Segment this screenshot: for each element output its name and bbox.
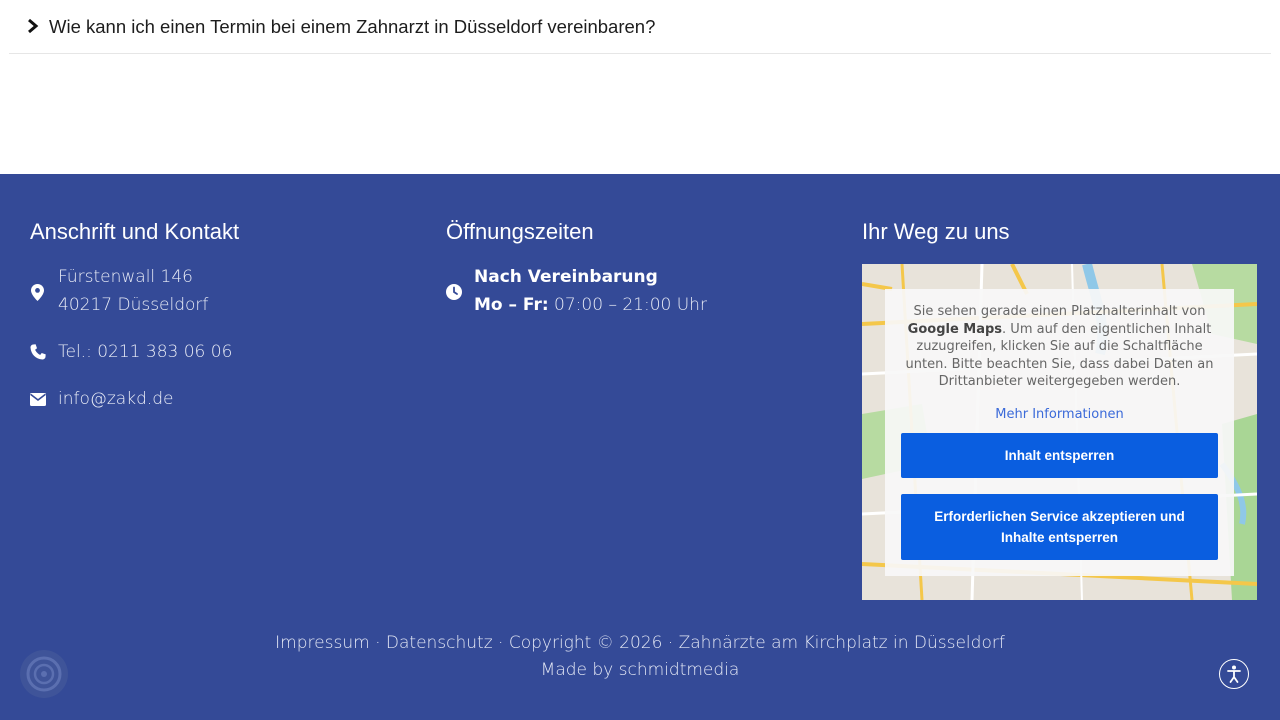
contact-title: Anschrift und Kontakt xyxy=(30,219,240,244)
accessibility-button[interactable] xyxy=(1219,659,1249,689)
impressum-link[interactable]: Impressum xyxy=(275,633,370,653)
chevron-right-icon xyxy=(28,18,39,34)
accept-service-button[interactable]: Erforderlichen Service akzeptieren und I… xyxy=(901,494,1218,560)
hours-by-appointment: Nach Vereinbarung xyxy=(474,267,658,287)
hours-line-2: Mo – Fr: 07:00 – 21:00 Uhr xyxy=(474,291,707,319)
made-by-prefix: Made by xyxy=(540,660,619,680)
made-by-link[interactable]: schmidtmedia xyxy=(619,660,740,680)
hours-title: Öffnungszeiten xyxy=(446,219,594,244)
footer-credit-line: Made by schmidtmedia xyxy=(0,660,1280,680)
accessibility-icon xyxy=(1227,665,1241,683)
cookie-settings-button[interactable] xyxy=(20,650,68,698)
email-link[interactable]: info@zakd.de xyxy=(58,385,174,413)
consent-brand: Google Maps xyxy=(907,321,1003,337)
consent-overlay: Sie sehen gerade einen Platzhalterinhalt… xyxy=(885,289,1234,576)
clock-icon xyxy=(446,284,462,300)
unlock-content-button[interactable]: Inhalt entsperren xyxy=(901,433,1218,478)
map-title: Ihr Weg zu uns xyxy=(862,219,1010,244)
faq-item[interactable]: Wie kann ich einen Termin bei einem Zahn… xyxy=(9,0,1271,54)
map-pin-icon xyxy=(31,284,44,301)
more-info-link[interactable]: Mehr Informationen xyxy=(885,407,1234,422)
hours-days-label: Mo – Fr: xyxy=(474,295,549,315)
footer-legal-line: Impressum · Datenschutz · Copyright © 20… xyxy=(0,633,1280,653)
envelope-icon xyxy=(30,393,46,406)
separator: · xyxy=(369,633,386,653)
phone-icon xyxy=(30,344,46,360)
phone-link[interactable]: Tel.: 0211 383 06 06 xyxy=(58,338,232,366)
map-placeholder: Sie sehen gerade einen Platzhalterinhalt… xyxy=(862,264,1257,600)
address-street: Fürstenwall 146 xyxy=(58,267,193,287)
cookie-settings-icon xyxy=(26,656,62,692)
hours-days-value: 07:00 – 21:00 Uhr xyxy=(548,295,707,315)
datenschutz-link[interactable]: Datenschutz xyxy=(386,633,493,653)
address-city: 40217 Düsseldorf xyxy=(58,295,209,315)
consent-text: Sie sehen gerade einen Platzhalterinhalt… xyxy=(905,303,1214,391)
faq-question[interactable]: Wie kann ich einen Termin bei einem Zahn… xyxy=(49,16,655,38)
hours-line-1: Nach Vereinbarung xyxy=(474,263,658,291)
consent-text-before: Sie sehen gerade einen Platzhalterinhalt… xyxy=(913,304,1206,319)
site-footer: Anschrift und Kontakt Fürstenwall 146 40… xyxy=(0,174,1280,720)
copyright-text: · Copyright © 2026 · Zahnärzte am Kirchp… xyxy=(492,633,1005,653)
